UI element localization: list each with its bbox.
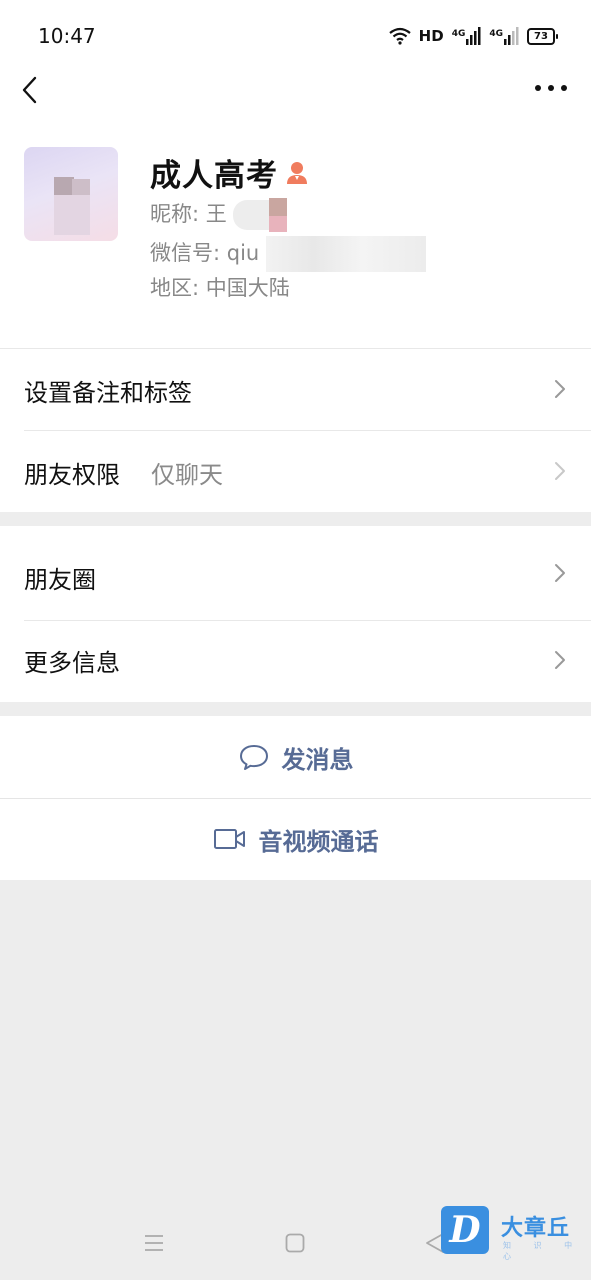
remark-tags-label: 设置备注和标签 xyxy=(24,379,192,407)
region-label: 地区: xyxy=(150,276,200,300)
nickname-row: 昵称: 王 xyxy=(150,198,303,232)
more-options-icon[interactable] xyxy=(533,78,569,98)
settings-group: 设置备注和标签 朋友权限 仅聊天 xyxy=(0,348,591,512)
status-bar: 10:47 HD 4G 4G 73 xyxy=(0,0,591,70)
profile-header: 成人高考 昵称: 王 微信号: qiu 地区: 中国大陆 xyxy=(0,110,591,348)
actions-group: 发消息 音视频通话 xyxy=(0,716,591,880)
friend-permissions-value: 仅聊天 xyxy=(151,461,223,489)
send-message-label: 发消息 xyxy=(281,745,354,774)
more-info-cell[interactable]: 更多信息 xyxy=(0,620,591,702)
status-icons: HD 4G 4G 73 xyxy=(388,24,558,48)
chevron-right-icon xyxy=(555,651,565,669)
avatar-pixelated-part xyxy=(54,195,90,235)
divider xyxy=(24,430,591,431)
watermark-logo: D xyxy=(441,1206,489,1254)
person-badge-icon xyxy=(287,161,307,184)
watermark-subtitle: 知 识 中 心 xyxy=(503,1241,583,1261)
signal-1-label: 4G xyxy=(451,29,466,39)
remark-tags-cell[interactable]: 设置备注和标签 xyxy=(0,348,591,430)
friend-permissions-cell[interactable]: 朋友权限 仅聊天 xyxy=(0,430,591,512)
avatar[interactable] xyxy=(24,147,118,241)
more-group: 朋友圈 更多信息 xyxy=(0,526,591,702)
region-row: 地区: 中国大陆 xyxy=(150,272,290,302)
chat-bubble-icon xyxy=(239,745,268,770)
nickname-label: 昵称: xyxy=(150,202,200,226)
watermark-name: 大章丘 xyxy=(501,1216,571,1241)
name-row: 成人高考 xyxy=(150,150,308,195)
region-value: 中国大陆 xyxy=(205,276,290,300)
wechat-id-value: qiu xyxy=(226,241,260,265)
nickname-redacted xyxy=(233,198,303,232)
contact-name: 成人高考 xyxy=(150,158,278,194)
more-info-label: 更多信息 xyxy=(24,649,120,677)
wechat-id-redacted xyxy=(265,236,426,272)
video-call-label: 音视频通话 xyxy=(258,827,379,856)
nav-bar xyxy=(0,70,591,110)
send-message-button[interactable]: 发消息 xyxy=(0,716,591,798)
menu-icon[interactable] xyxy=(143,1232,165,1254)
wechat-id-label: 微信号: xyxy=(150,241,221,265)
signal-bars-icon xyxy=(466,27,481,45)
watermark: D 大章丘 知 识 中 心 xyxy=(441,1206,591,1266)
divider xyxy=(0,798,591,799)
back-arrow-icon[interactable] xyxy=(16,72,46,108)
divider xyxy=(0,348,591,349)
signal-bars-icon xyxy=(504,27,519,45)
moments-label: 朋友圈 xyxy=(24,566,96,594)
wechat-id-row: 微信号: qiu xyxy=(150,236,426,272)
signal-2: 4G xyxy=(489,27,519,45)
friend-permissions-label: 朋友权限 xyxy=(24,461,120,489)
chevron-right-icon xyxy=(555,380,565,398)
home-icon[interactable] xyxy=(284,1232,306,1254)
network-hd-label: HD xyxy=(418,27,444,45)
video-call-button[interactable]: 音视频通话 xyxy=(0,798,591,880)
wifi-icon xyxy=(388,27,411,45)
chevron-right-icon xyxy=(555,462,565,480)
signal-1: 4G xyxy=(452,27,482,45)
avatar-pixelated-part xyxy=(72,179,90,195)
contact-profile-screen: 10:47 HD 4G 4G 73 成人高考 昵称: 王 微信号: qiu 地区… xyxy=(0,0,591,1280)
nickname-value: 王 xyxy=(205,202,227,226)
signal-2-label: 4G xyxy=(489,29,503,39)
chevron-right-icon xyxy=(555,564,565,582)
divider xyxy=(24,620,591,621)
video-camera-icon xyxy=(213,829,245,849)
battery-icon: 73 xyxy=(527,27,558,45)
moments-cell[interactable]: 朋友圈 xyxy=(0,526,591,620)
avatar-pixelated-part xyxy=(54,177,74,195)
status-time: 10:47 xyxy=(38,24,96,48)
